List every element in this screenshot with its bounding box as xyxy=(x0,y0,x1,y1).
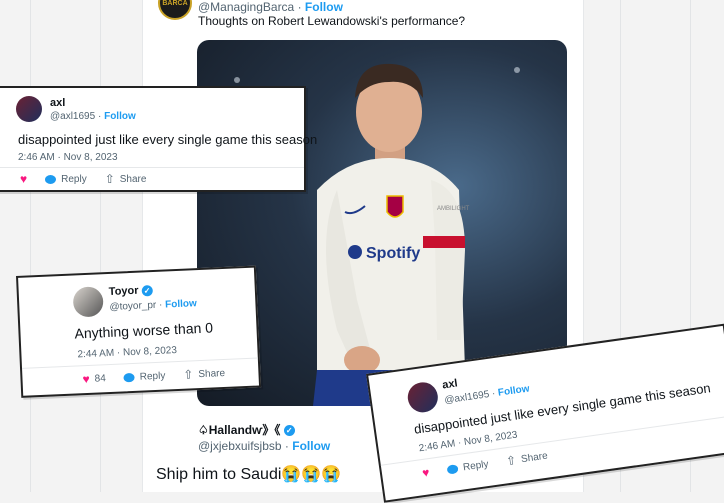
author-name[interactable]: axl xyxy=(50,97,65,109)
kit-brand-text: AMBILIGHT xyxy=(437,206,470,212)
follow-button[interactable]: Follow xyxy=(305,0,343,14)
reply-icon xyxy=(123,372,135,382)
reply-author-handle-line: @jxjebxuifsjbsb · Follow xyxy=(198,439,331,453)
share-icon: ⇧ xyxy=(104,172,115,186)
reply-text: disappointed just like every single game… xyxy=(18,132,318,147)
author-name[interactable]: Toyor ✓ xyxy=(109,284,153,298)
follow-button[interactable]: Follow xyxy=(104,111,136,122)
share-icon: ⇧ xyxy=(505,453,518,469)
reply-text: Anything worse than 0 xyxy=(74,319,214,342)
author-handle[interactable]: @ManagingBarca xyxy=(198,0,294,14)
reply-card-toyor: Toyor ✓ @toyor_pr · Follow Anything wors… xyxy=(16,265,262,398)
verified-badge-icon: ✓ xyxy=(283,425,295,437)
action-bar: ♥ Reply ⇧ Share xyxy=(0,167,304,190)
timestamp[interactable]: 2:46 AM · Nov 8, 2023 xyxy=(18,152,118,163)
heart-icon: ♥ xyxy=(82,371,90,387)
author-handle-line: @axl1695 · Follow xyxy=(50,111,136,122)
reply-author-name[interactable]: ♤Hallandⱳ》《 ✓ xyxy=(198,421,295,438)
avatar[interactable] xyxy=(405,380,440,415)
reply-button[interactable]: Reply xyxy=(123,370,166,383)
share-button[interactable]: ⇧ Share xyxy=(105,172,147,186)
sponsor-text: Spotify xyxy=(366,245,420,262)
like-button[interactable]: ♥ xyxy=(421,465,430,480)
share-icon: ⇧ xyxy=(182,367,194,382)
like-button[interactable]: ♥ xyxy=(20,172,27,186)
avatar[interactable] xyxy=(16,96,42,122)
heart-icon: ♥ xyxy=(421,465,431,481)
follow-button[interactable]: Follow xyxy=(165,298,197,310)
author-name[interactable]: axl xyxy=(442,377,459,391)
follow-button[interactable]: Follow xyxy=(497,383,530,398)
avatar[interactable] xyxy=(72,286,104,318)
share-button[interactable]: ⇧ Share xyxy=(182,366,225,382)
heart-icon: ♥ xyxy=(20,172,28,186)
reply-button[interactable]: Reply xyxy=(446,458,489,475)
reply-icon xyxy=(45,174,57,184)
tweet-author: @ManagingBarca · Follow xyxy=(198,0,343,14)
reply-icon xyxy=(446,463,459,475)
tweet-text: Thoughts on Robert Lewandowski's perform… xyxy=(198,14,466,28)
like-button[interactable]: ♥ 84 xyxy=(82,371,106,386)
timestamp[interactable]: 2:44 AM · Nov 8, 2023 xyxy=(77,345,177,360)
reply-button[interactable]: Reply xyxy=(45,174,87,185)
reply-card-axl-top: axl @axl1695 · Follow disappointed just … xyxy=(0,86,317,192)
author-handle-line: @toyor_pr · Follow xyxy=(109,298,198,313)
reply-text: Ship him to Saudi😭😭😭 xyxy=(156,466,342,483)
share-button[interactable]: ⇧ Share xyxy=(505,449,548,469)
follow-button[interactable]: Follow xyxy=(292,439,330,453)
verified-badge-icon: ✓ xyxy=(141,284,153,297)
reply-handle[interactable]: @jxjebxuifsjbsb xyxy=(198,439,282,453)
